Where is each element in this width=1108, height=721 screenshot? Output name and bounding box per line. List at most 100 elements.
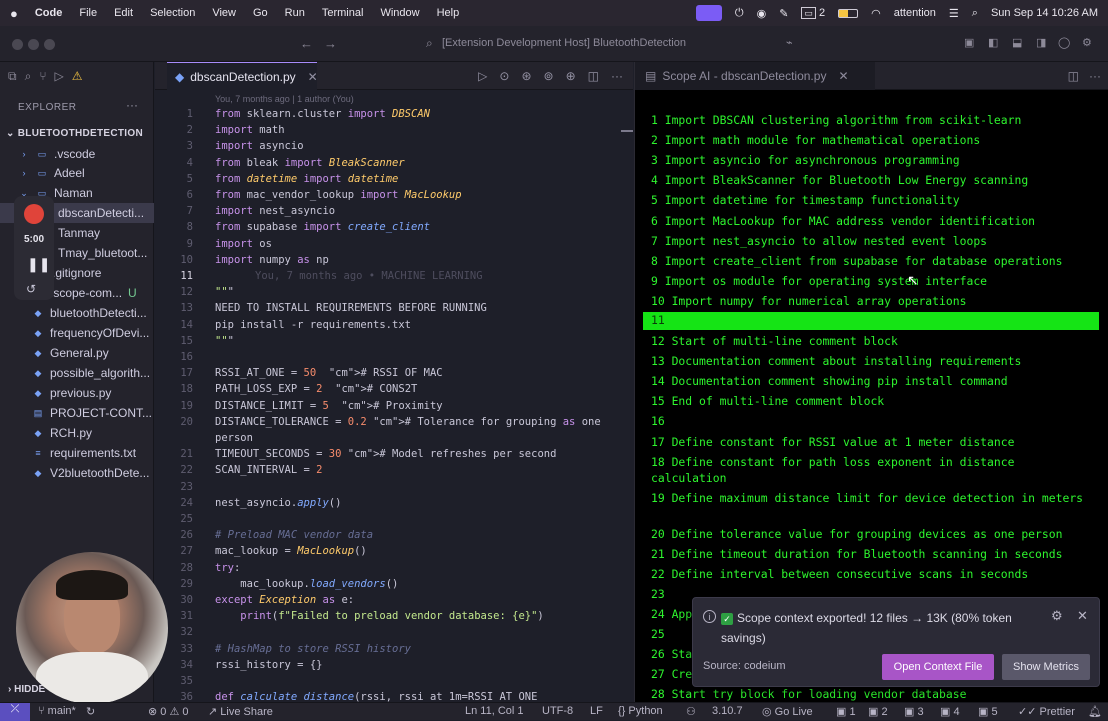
layout-panel-icon[interactable]: ▣	[964, 36, 974, 49]
code-line[interactable]: 35	[155, 673, 633, 689]
code-line[interactable]: 5 from datetime import datetime	[155, 171, 633, 187]
code-line[interactable]: 11 You, 7 months ago • MACHINE LEARNING	[155, 268, 633, 284]
menubar-user[interactable]: attention	[894, 7, 936, 19]
toggle-blame-icon[interactable]: ⊕	[566, 69, 576, 83]
account-icon[interactable]: ◯	[1058, 36, 1070, 49]
window-close-button[interactable]	[12, 39, 23, 50]
code-line[interactable]: 28 try:	[155, 560, 633, 576]
project-folder-header[interactable]: ⌄ BLUETOOTHDETECTION	[6, 128, 143, 139]
encoding-indicator[interactable]: UTF-8	[542, 705, 573, 717]
code-line[interactable]: 6 from mac_vendor_lookup import MacLookup	[155, 187, 633, 203]
feather-icon[interactable]: ✎	[779, 7, 788, 20]
tree-file-previous[interactable]: ◆ previous.py	[0, 383, 154, 403]
branch-indicator[interactable]: ⑂ main*	[38, 705, 76, 717]
python-interpreter-icon[interactable]: ⚇	[686, 705, 696, 718]
live-share-button[interactable]: ↗ Live Share	[208, 705, 273, 718]
code-line[interactable]: 16	[155, 349, 633, 365]
code-line[interactable]: 31 print(f"Failed to preload vendor data…	[155, 608, 633, 624]
window-minimize-button[interactable]	[28, 39, 39, 50]
stop-recording-button[interactable]	[24, 204, 44, 224]
code-line[interactable]: 13 NEED TO INSTALL REQUIREMENTS BEFORE RU…	[155, 300, 633, 316]
scope-tab[interactable]: ▤ Scope AI - dbscanDetection.py ✕	[635, 62, 875, 90]
toggle-sidebar-icon[interactable]: ◧	[988, 36, 998, 49]
code-line[interactable]: 7 import nest_asyncio	[155, 203, 633, 219]
menu-window[interactable]: Window	[380, 7, 419, 19]
notification-close-icon[interactable]: ✕	[1077, 608, 1088, 624]
code-line[interactable]: 21 TIMEOUT_SECONDS = 30 "cm"># Model refr…	[155, 446, 633, 462]
tree-file-frequency[interactable]: ◆ frequencyOfDevi...	[0, 323, 154, 343]
code-line[interactable]: 33 # HashMap to store RSSI history	[155, 641, 633, 657]
cursor-position[interactable]: Ln 11, Col 1	[465, 705, 524, 717]
split-editor-icon[interactable]: ◫	[588, 69, 599, 83]
code-line[interactable]: 19 DISTANCE_LIMIT = 5 "cm"># Proximity	[155, 398, 633, 414]
run-file-icon[interactable]: ▷	[478, 69, 487, 83]
status-counter-1[interactable]: ▣ 1	[836, 705, 856, 718]
menu-file[interactable]: File	[79, 7, 97, 19]
notifications-bell-icon[interactable]: 🔔︎	[1088, 705, 1102, 718]
code-line[interactable]: 18 PATH_LOSS_EXP = 2 "cm"># CONS2T	[155, 381, 633, 397]
tree-folder-vscode[interactable]: › ▭ .vscode	[0, 144, 154, 164]
next-change-icon[interactable]: ⊚	[544, 69, 554, 83]
back-arrow-icon[interactable]: ←	[300, 36, 313, 51]
notification-settings-icon[interactable]: ⚙	[1051, 608, 1063, 624]
code-line[interactable]: 8 from supabase import create_client	[155, 219, 633, 235]
toggle-secondary-sidebar-icon[interactable]: ◨	[1036, 36, 1046, 49]
forward-arrow-icon[interactable]: →	[324, 36, 337, 51]
problems-indicator[interactable]: ⊗ 0 ⚠ 0	[148, 705, 189, 718]
code-line[interactable]: 32	[155, 624, 633, 640]
close-tab-icon[interactable]: ✕	[308, 70, 318, 84]
menu-terminal[interactable]: Terminal	[322, 7, 364, 19]
remote-indicator-icon[interactable]: ⤫	[0, 703, 30, 721]
code-line[interactable]: 17 RSSI_AT_ONE = 50 "cm"># RSSI OF MAC	[155, 365, 633, 381]
code-line[interactable]: 9 import os	[155, 236, 633, 252]
code-line[interactable]: 10 import numpy as np	[155, 252, 633, 268]
code-line[interactable]: 26 # Preload MAC vendor data	[155, 527, 633, 543]
explorer-files-icon[interactable]: ⧉	[8, 69, 17, 84]
open-context-file-button[interactable]: Open Context File	[882, 654, 994, 680]
code-line[interactable]: 14 pip install -r requirements.txt	[155, 317, 633, 333]
settings-gear-icon[interactable]: ⚙	[1082, 36, 1092, 49]
python-version[interactable]: 3.10.7	[712, 705, 743, 717]
codelens-blame[interactable]: You, 7 months ago | 1 author (You)	[215, 94, 354, 104]
language-mode[interactable]: {} Python	[618, 705, 663, 717]
menu-edit[interactable]: Edit	[114, 7, 133, 19]
code-line[interactable]: 22 SCAN_INTERVAL = 2	[155, 462, 633, 478]
tree-file-project-context[interactable]: ▤ PROJECT-CONT...	[0, 403, 154, 423]
apple-icon[interactable]: ●	[10, 6, 18, 21]
code-line[interactable]: 12 """	[155, 284, 633, 300]
restart-icon[interactable]: ↺	[26, 282, 36, 296]
status-counter-2[interactable]: ▣ 2	[868, 705, 888, 718]
tree-folder-adeel[interactable]: › ▭ Adeel	[0, 163, 154, 183]
code-line[interactable]: 30 except Exception as e:	[155, 592, 633, 608]
status-counter-4[interactable]: ▣ 4	[940, 705, 960, 718]
sync-icon[interactable]: ↻	[86, 705, 95, 718]
status-badge[interactable]: ▭ 2	[801, 7, 825, 19]
search-icon[interactable]: ⌕	[972, 7, 978, 20]
show-metrics-button[interactable]: Show Metrics	[1002, 654, 1090, 680]
wifi-icon[interactable]: ◠	[871, 7, 881, 20]
tree-file-v2bluetooth[interactable]: ◆ V2bluetoothDete...	[0, 463, 154, 483]
menu-view[interactable]: View	[212, 7, 236, 19]
code-line[interactable]: 23	[155, 479, 633, 495]
tree-file-possible-algorithm[interactable]: ◆ possible_algorith...	[0, 363, 154, 383]
source-control-icon[interactable]: ⑂	[39, 69, 46, 83]
code-line[interactable]: person	[155, 430, 633, 446]
code-line[interactable]: 34 rssi_history = {}	[155, 657, 633, 673]
editor-tab-dbscan[interactable]: ◆ dbscanDetection.py ✕	[167, 62, 318, 90]
tree-file-bluetoothdetection[interactable]: ◆ bluetoothDetecti...	[0, 303, 154, 323]
status-counter-3[interactable]: ▣ 3	[904, 705, 924, 718]
eol-indicator[interactable]: LF	[590, 705, 603, 717]
pause-icon[interactable]: ❚❚	[27, 256, 50, 273]
menu-run[interactable]: Run	[285, 7, 305, 19]
extensions-icon[interactable]: ⚠	[72, 69, 83, 83]
menubar-clock[interactable]: Sun Sep 14 10:26 AM	[991, 7, 1098, 19]
run-debug-icon[interactable]: ▷	[55, 69, 64, 83]
git-compare-icon[interactable]: ⊙	[499, 69, 509, 83]
tree-file-requirements[interactable]: ≡ requirements.txt	[0, 443, 154, 463]
code-line[interactable]: 25	[155, 511, 633, 527]
menu-go[interactable]: Go	[253, 7, 268, 19]
code-line[interactable]: 29 mac_lookup.load_vendors()	[155, 576, 633, 592]
control-center-icon[interactable]: ☰	[949, 7, 959, 20]
battery-icon[interactable]	[838, 8, 859, 18]
timeline-icon[interactable]: ⊛	[521, 69, 531, 83]
